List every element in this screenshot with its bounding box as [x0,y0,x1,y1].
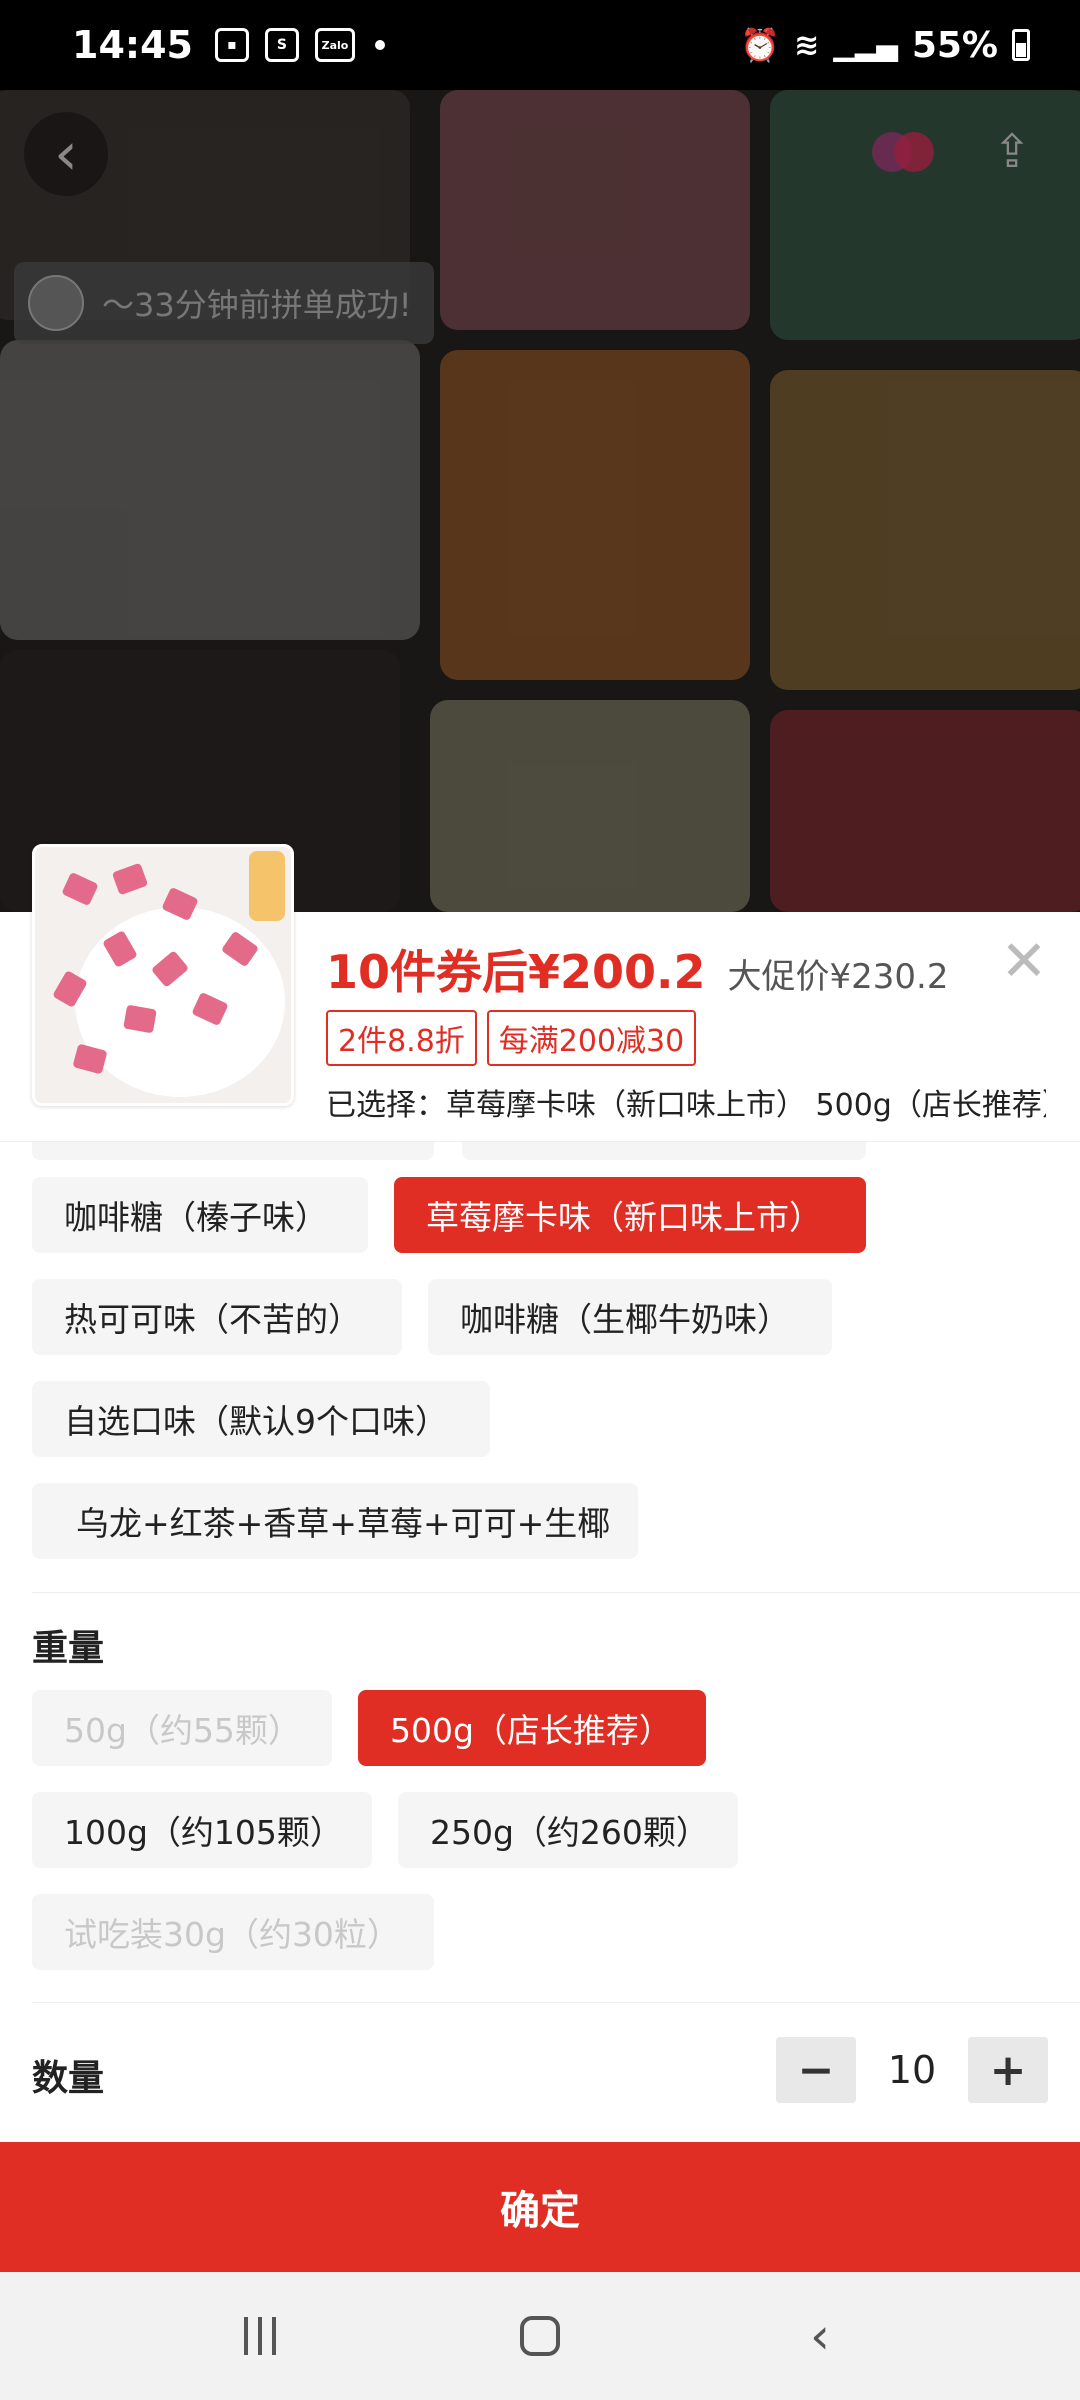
home-button[interactable] [500,2296,580,2376]
flavor-chip[interactable]: 自选口味（默认9个口味） [32,1381,490,1457]
flavor-chip[interactable]: 咖啡糖（榛子味） [32,1177,368,1253]
group-buy-toast: ～33分钟前拼单成功! [14,262,434,344]
recent-apps-icon [244,2317,276,2355]
selected-value: 草莓摩卡味（新口味上市） 500g（店长推荐） [446,1088,1046,1123]
thumb-plate [75,907,285,1097]
selected-label: 已选择： [326,1088,446,1123]
flavor-chip-hot[interactable]: 乌龙+红茶+香草+草莓+可可+生椰 [32,1483,638,1559]
sheet-header: 10件券后¥200.2 大促价¥230.2 ✕ 2件8.8折 每满200减30 … [0,844,1080,1142]
weight-chip-selected[interactable]: 500g（店长推荐） [358,1690,706,1766]
flavor-chip-selected[interactable]: 草莓摩卡味（新口味上市） [394,1177,866,1253]
chevron-left-icon: ‹ [54,119,78,189]
flavor-chip[interactable]: 热可可味（不苦的） [32,1279,402,1355]
recent-apps-button[interactable] [220,2296,300,2376]
weight-title: 重量 [32,1628,105,1669]
quantity-value[interactable]: 10 [856,2048,968,2092]
decrement-button[interactable]: − [776,2037,856,2103]
quantity-label: 数量 [32,2058,105,2099]
hero-overlay [0,90,1080,912]
thumb-candy [123,1004,157,1034]
weight-chip[interactable]: 250g（约260颗） [398,1792,738,1868]
battery-percent: 55% [911,24,998,66]
flavor-chip-partial[interactable] [462,1142,866,1160]
image-icon: ▪ [214,28,249,62]
signal-icon: ▁▂▄ [833,28,898,62]
share-button[interactable]: ⇪ [984,124,1040,180]
divider [32,2002,1080,2003]
promo-price: 大促价¥230.2 [727,957,949,997]
close-icon: ✕ [1000,929,1048,994]
discount-badge: 2件8.8折 [326,1010,477,1066]
more-notifications-icon [374,40,385,50]
thumb-candy [61,871,99,907]
thumb-candy [111,862,149,896]
system-back-button[interactable]: ‹ [780,2296,860,2376]
toast-text: ～33分钟前拼单成功! [102,286,412,324]
wifi-icon: ≋ [794,27,820,63]
brand-icon [872,130,934,174]
sku-options[interactable]: 咖啡糖（榛子味） 草莓摩卡味（新口味上市） 热可可味（不苦的） 咖啡糖（生椰牛奶… [0,1142,1080,2142]
avatar [28,275,84,331]
quantity-stepper: − 10 + [776,2037,1048,2103]
close-button[interactable]: ✕ [998,934,1050,990]
alarm-icon: ⏰ [740,26,781,64]
flavor-chip-partial[interactable] [32,1142,434,1160]
status-time: 14:45 [72,23,193,67]
drink-glass [249,851,285,921]
coupon-price: 10件券后¥200.2 [326,945,706,999]
increment-button[interactable]: + [968,2037,1048,2103]
system-nav-bar: ‹ [0,2272,1080,2400]
divider [32,1592,1080,1593]
product-thumbnail[interactable] [32,844,294,1106]
home-icon [520,2316,560,2356]
notification-icons: ▪ S Zalo [214,28,385,62]
sku-sheet: 10件券后¥200.2 大促价¥230.2 ✕ 2件8.8折 每满200减30 … [0,844,1080,2142]
weight-chip-disabled: 试吃装30g（约30粒） [32,1894,434,1970]
status-right: ⏰ ≋ ▁▂▄ 55% [740,25,1030,66]
flavor-chip-label: 乌龙+红茶+香草+草莓+可可+生椰 [76,1504,611,1543]
back-button[interactable]: ‹ [24,112,108,196]
product-hero-image: ‹ ⇪ ～33分钟前拼单成功! [0,90,1080,912]
share-icon: ⇪ [992,124,1032,178]
back-chevron-icon: ‹ [810,2307,830,2365]
confirm-button[interactable]: 确定 [0,2142,1080,2272]
discount-badges: 2件8.8折 每满200减30 [326,1010,697,1066]
weight-chip-disabled: 50g（约55颗） [32,1690,332,1766]
battery-icon [1012,29,1030,61]
price-row: 10件券后¥200.2 大促价¥230.2 [326,936,949,1002]
selected-summary: 已选择：草莓摩卡味（新口味上市） 500g（店长推荐） [326,1080,1046,1124]
weight-chip[interactable]: 100g（约105颗） [32,1792,372,1868]
flavor-chip[interactable]: 咖啡糖（生椰牛奶味） [428,1279,832,1355]
discount-badge: 每满200减30 [486,1010,697,1066]
shopee-icon: S [264,28,299,62]
status-bar: 14:45 ▪ S Zalo ⏰ ≋ ▁▂▄ 55% [0,0,1080,90]
zalo-icon: Zalo [314,28,355,62]
